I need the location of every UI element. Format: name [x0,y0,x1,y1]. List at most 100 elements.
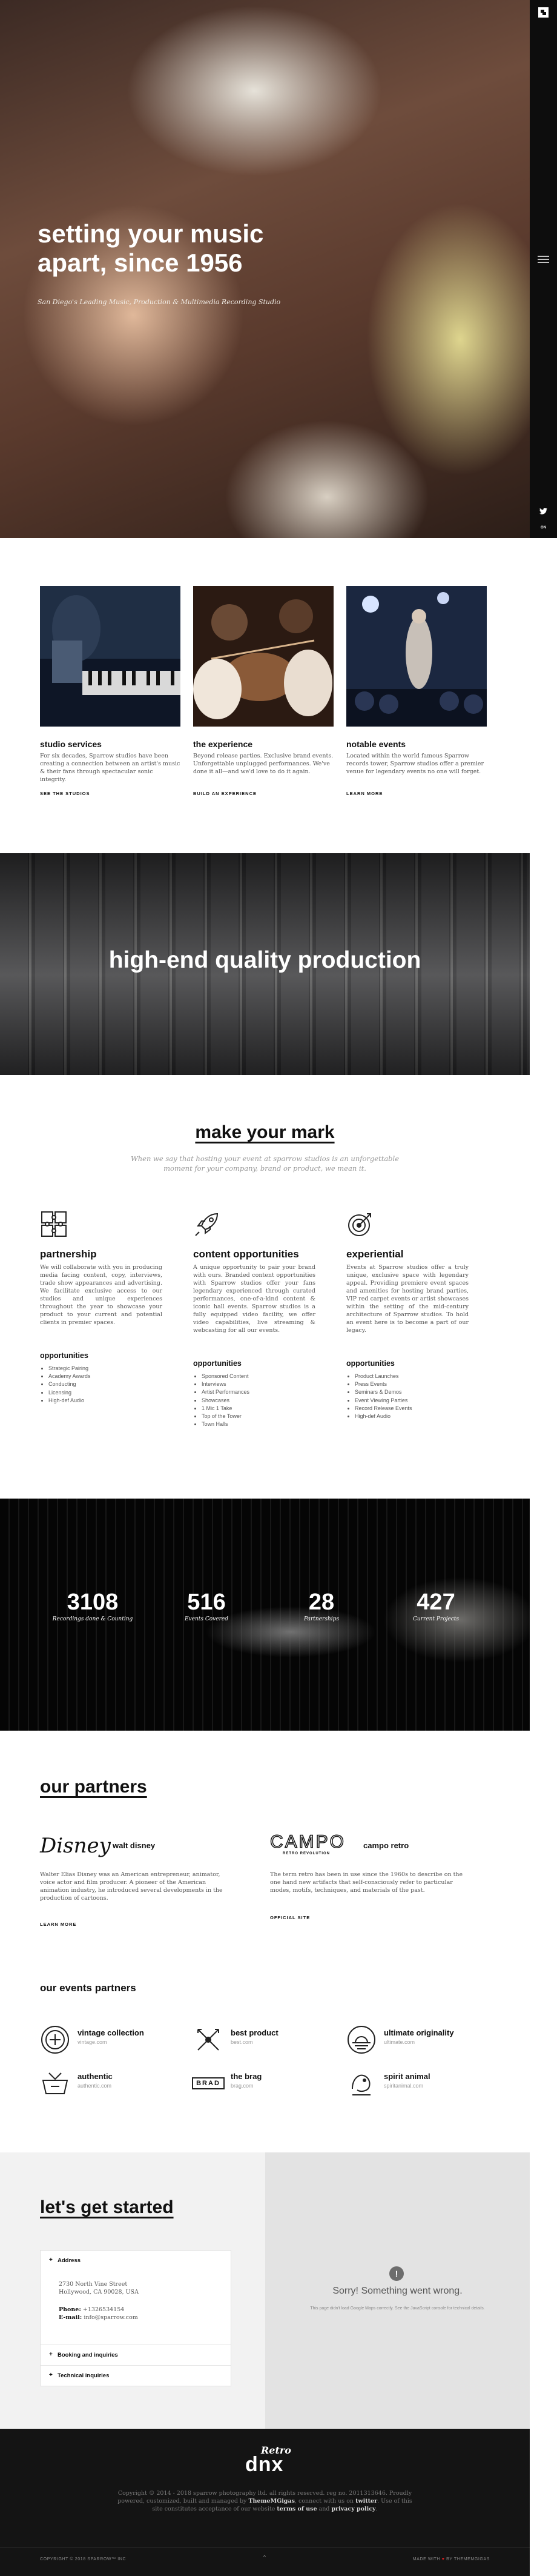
hamburger-menu-icon[interactable] [538,255,549,264]
hero-title-line-1: setting your music [38,219,264,248]
learn-more-events-link[interactable]: LEARN MORE [346,791,383,796]
accordion-address-header[interactable]: Address [41,2251,231,2271]
made-with-suffix: BY THEMEMGIGAS [446,2557,490,2561]
ep-name-brag: the brag [231,2072,262,2081]
stat-number: 516 [187,1589,226,1615]
list-item: Conducting [48,1380,90,1388]
stat-label: Events Covered [185,1616,228,1622]
ep-name-spirit: spirit animal [384,2072,430,2081]
ep-url-best-product[interactable]: best.com [231,2039,253,2045]
footer-brand-link[interactable]: ThemeMGigas [248,2498,295,2504]
puzzle-icon [41,1211,67,1237]
footer-privacy-link[interactable]: privacy policy [332,2506,376,2512]
made-with-prefix: MADE WITH [412,2557,441,2561]
stat-label: Partnerships [303,1616,340,1622]
list-item: Strategic Pairing [48,1365,90,1373]
campo-official-site-link[interactable]: OFFICIAL SITE [270,1915,310,1920]
stat-number: 28 [308,1589,335,1615]
crossed-arrows-icon[interactable] [193,2025,223,2055]
footer-text-part: , connect with us on [294,2498,354,2504]
brad-badge-icon[interactable]: BRAD [192,2068,225,2098]
back-to-top-icon[interactable]: ⌃ [259,2555,270,2563]
list-item: Seminars & Demos [355,1388,412,1396]
footer-twitter-link[interactable]: twitter [355,2498,377,2504]
production-banner: high-end quality production [0,853,530,1075]
phone-value[interactable]: +1326534154 [83,2306,124,2313]
phone-label: Phone: [59,2306,81,2313]
ep-url-vintage[interactable]: vintage.com [77,2039,107,2045]
list-item: Town Halls [202,1420,249,1428]
ep-name-vintage: vintage collection [77,2028,144,2037]
footer-divider [0,2547,530,2548]
experiential-title: experiential [346,1248,404,1260]
stats-section: 3108 Recordings done & Counting 516 Even… [0,1499,530,1731]
map-error-icon: ! [389,2266,404,2281]
partnership-text: We will collaborate with you in producin… [40,1264,162,1326]
experiential-text: Events at Sparrow studios offer a truly … [346,1264,469,1334]
partners-title: our partners [40,1777,147,1797]
notable-events-image[interactable] [346,586,487,727]
list-item: Academy Awards [48,1373,90,1380]
partnership-opportunities-heading: opportunities [40,1351,88,1360]
list-item: Showcases [202,1397,249,1405]
hero-title-line-2: apart, since 1956 [38,248,243,277]
partnership-list: Strategic Pairing Academy Awards Conduct… [40,1365,90,1405]
content-opportunities-text: A unique opportunity to pair your brand … [193,1264,315,1334]
stat-events: 516 Events Covered [161,1589,252,1622]
feature-text-studio: For six decades, Sparrow studios have be… [40,753,180,783]
heart-icon: ♥ [441,2557,445,2561]
accordion-booking-label: Booking and inquiries [58,2352,118,2358]
ep-url-brag[interactable]: brag.com [231,2083,254,2089]
experiential-opportunities-heading: opportunities [346,1359,395,1368]
email-value[interactable]: info@sparrow.com [84,2314,137,2321]
footer-logo[interactable]: Retro dnx [239,2442,294,2477]
events-partners-title: our events partners [40,1982,136,1994]
build-experience-link[interactable]: BUILD AN EXPERIENCE [193,791,257,796]
accordion-booking-header[interactable]: Booking and inquiries [41,2345,231,2365]
ep-url-spirit[interactable]: spiritanimal.com [384,2083,423,2089]
map-error-text: This page didn't load Google Maps correc… [310,2306,485,2311]
content-opportunities-title: content opportunities [193,1248,299,1260]
spirit-animal-icon[interactable] [346,2068,377,2098]
authentic-badge-icon[interactable] [40,2068,70,2098]
stat-recordings: 3108 Recordings done & Counting [47,1589,138,1622]
map-error-title: Sorry! Something went wrong. [332,2286,463,2296]
stat-number: 427 [417,1589,455,1615]
address-street: 2730 North Vine Street [59,2281,128,2288]
stat-label: Recordings done & Counting [52,1616,133,1622]
experience-image[interactable] [193,586,334,727]
list-item: Event Viewing Parties [355,1397,412,1405]
accordion-technical-label: Technical inquiries [58,2372,110,2379]
stat-number: 3108 [67,1589,119,1615]
studio-services-image[interactable] [40,586,180,727]
feature-title-events: notable events [346,739,406,749]
footer-text-part: and [318,2506,330,2512]
list-item: Artist Performances [202,1388,249,1396]
ep-url-ultimate[interactable]: ultimate.com [384,2039,415,2045]
vintage-badge-icon[interactable] [40,2025,70,2055]
list-item: Record Release Events [355,1405,412,1413]
disney-learn-more-link[interactable]: LEARN MORE [40,1922,76,1927]
list-item: Sponsored Content [202,1373,249,1380]
disney-logo[interactable]: Disney [40,1834,111,1858]
accordion-technical-header[interactable]: Technical inquiries [41,2365,231,2386]
campo-logo[interactable]: CAMPO RETRO REVOLUTION [269,1832,360,1857]
address-phone: Phone: +1326534154 [59,2306,222,2314]
target-icon [348,1213,371,1236]
twitter-icon[interactable] [539,508,547,514]
ep-url-authentic[interactable]: authentic.com [77,2083,111,2089]
see-studios-link[interactable]: SEE THE STUDIOS [40,791,90,796]
list-item: Licensing [48,1389,90,1397]
get-started-title: let's get started [40,2197,174,2217]
sunrise-badge-icon[interactable] [346,2025,377,2055]
partner-text-disney: Walter Elias Disney was an American entr… [40,1871,223,1902]
feature-text-experience: Beyond release parties. Exclusive brand … [193,753,334,775]
stat-partnerships: 28 Partnerships [276,1589,367,1622]
brand-logo-icon[interactable] [538,7,549,18]
list-item: High-def Audio [355,1413,412,1420]
experiential-list: Product Launches Press Events Seminars &… [346,1373,412,1420]
footer-copyright-text: Copyright © 2014 - 2018 sparrow photogra… [117,2490,412,2512]
email-label: E-mail: [59,2314,82,2321]
footer-terms-link[interactable]: terms of use [277,2506,317,2512]
content-opportunities-list: Sponsored Content Interviews Artist Perf… [193,1373,249,1428]
